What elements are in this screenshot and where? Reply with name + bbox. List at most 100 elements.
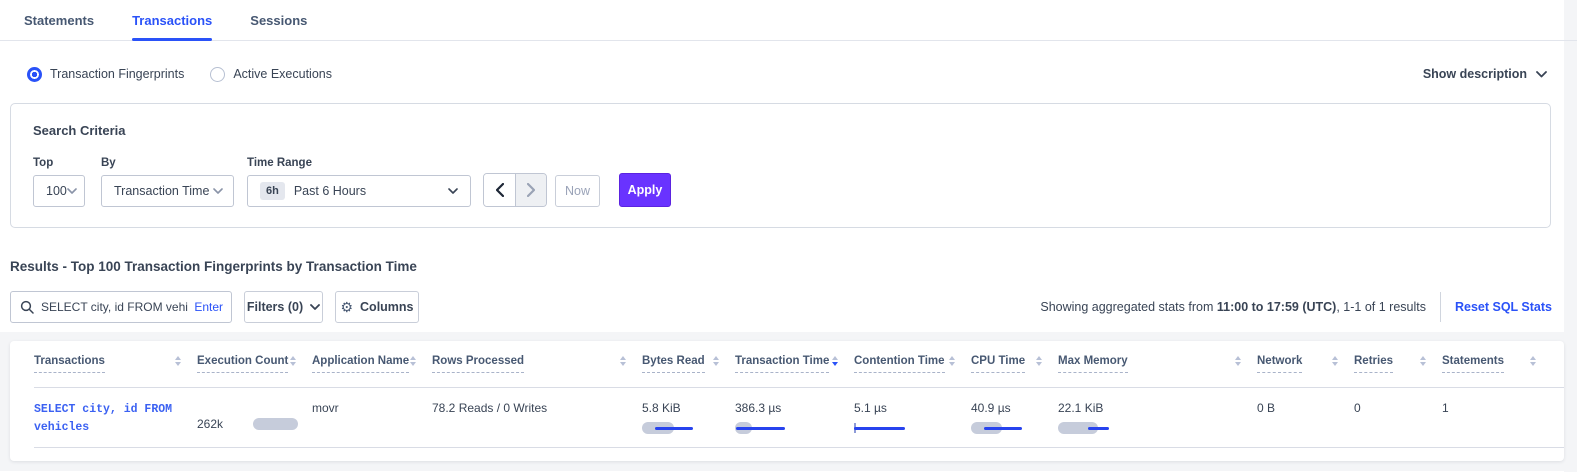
time-range-select[interactable]: 6h Past 6 Hours	[247, 175, 471, 207]
table-row: SELECT city, id FROM vehicles 262k movr …	[34, 388, 1564, 448]
radio-transaction-fingerprints[interactable]	[27, 67, 42, 82]
cell-network: 0 B	[1257, 401, 1354, 447]
cell-bytes-read: 5.8 KiB	[642, 401, 735, 447]
sort-icon[interactable]	[290, 356, 296, 366]
search-enter-hint[interactable]: Enter	[194, 300, 223, 314]
time-range-arrows	[483, 173, 547, 207]
sort-icon[interactable]	[1420, 356, 1426, 366]
by-select-value: Transaction Time	[114, 184, 213, 198]
time-range-prev-button[interactable]	[484, 174, 515, 206]
cell-max-memory: 22.1 KiB	[1058, 401, 1257, 447]
bytes-read-bar	[642, 422, 722, 434]
page-gutter	[1564, 0, 1577, 472]
stats-area: Showing aggregated stats from 11:00 to 1…	[1040, 292, 1552, 322]
tab-transactions[interactable]: Transactions	[132, 0, 212, 40]
by-field: By Transaction Time	[101, 157, 247, 207]
radio-label-active-executions[interactable]: Active Executions	[233, 67, 332, 81]
chevron-down-icon	[1536, 71, 1547, 78]
chevron-down-icon	[310, 304, 320, 310]
cell-rows-processed: 78.2 Reads / 0 Writes	[432, 401, 642, 447]
now-button[interactable]: Now	[555, 175, 600, 207]
column-header-rows-processed[interactable]: Rows Processed	[432, 355, 642, 387]
cell-statements: 1	[1442, 401, 1552, 447]
transaction-fingerprint-link[interactable]: SELECT city, id FROM vehicles	[34, 401, 197, 437]
column-header-bytes-read[interactable]: Bytes Read	[642, 355, 735, 387]
sort-icon[interactable]	[1332, 356, 1338, 366]
max-memory-bar	[1058, 422, 1138, 434]
sort-icon-active-desc[interactable]	[832, 356, 838, 366]
tabs-bar: Statements Transactions Sessions	[0, 0, 1564, 41]
column-header-transaction-time[interactable]: Transaction Time	[735, 355, 854, 387]
radio-label-transaction-fingerprints[interactable]: Transaction Fingerprints	[50, 67, 184, 81]
cell-contention-time: 5.1 µs	[854, 401, 971, 447]
cell-transaction: SELECT city, id FROM vehicles	[34, 401, 197, 447]
content-area: Statements Transactions Sessions Transac…	[0, 0, 1564, 472]
vertical-divider	[1440, 292, 1441, 322]
tab-sessions[interactable]: Sessions	[250, 0, 307, 40]
top-select[interactable]: 100	[33, 175, 85, 207]
time-range-next-button[interactable]	[515, 174, 546, 206]
sort-icon[interactable]	[1530, 356, 1536, 366]
column-header-max-memory[interactable]: Max Memory	[1058, 355, 1257, 387]
column-header-execution-count[interactable]: Execution Count	[197, 355, 312, 387]
cell-retries: 0	[1354, 401, 1442, 447]
top-label: Top	[33, 157, 101, 169]
show-description-label: Show description	[1423, 67, 1527, 81]
by-select[interactable]: Transaction Time	[101, 175, 234, 207]
column-header-network[interactable]: Network	[1257, 355, 1354, 387]
column-header-retries[interactable]: Retries	[1354, 355, 1442, 387]
chevron-down-icon	[67, 188, 77, 194]
sort-icon[interactable]	[1036, 356, 1042, 366]
search-input[interactable]: SELECT city, id FROM vehicles W Enter	[10, 291, 232, 323]
view-toggle-row: Transaction Fingerprints Active Executio…	[0, 57, 1564, 91]
cell-application-name: movr	[312, 401, 432, 447]
radio-active-executions[interactable]	[210, 67, 225, 82]
sort-icon[interactable]	[620, 356, 626, 366]
gear-icon: ⚙	[340, 300, 353, 314]
columns-label: Columns	[360, 300, 413, 314]
column-header-statements[interactable]: Statements	[1442, 355, 1552, 387]
filters-button[interactable]: Filters (0)	[244, 291, 323, 323]
column-header-application-name[interactable]: Application Name	[312, 355, 432, 387]
top-field: Top 100	[33, 157, 101, 207]
chevron-down-icon	[448, 188, 458, 194]
time-range-value: Past 6 Hours	[294, 184, 448, 198]
cell-execution-count: 262k	[197, 401, 312, 447]
by-label: By	[101, 157, 247, 169]
transactions-page: Statements Transactions Sessions Transac…	[0, 0, 1577, 472]
time-range-badge: 6h	[260, 182, 285, 200]
tab-border-extension	[1564, 40, 1577, 41]
transaction-time-bar	[735, 422, 815, 434]
reset-sql-stats-link[interactable]: Reset SQL Stats	[1455, 300, 1552, 314]
cell-transaction-time: 386.3 µs	[735, 401, 854, 447]
table-header-row: Transactions Execution Count Application…	[34, 341, 1564, 388]
search-criteria-controls: Top 100 By Transaction Time	[33, 157, 1550, 207]
search-criteria-title: Search Criteria	[33, 123, 1550, 138]
time-range-label: Time Range	[247, 157, 471, 169]
search-icon	[20, 300, 34, 314]
sort-icon[interactable]	[713, 356, 719, 366]
chevron-down-icon	[213, 188, 223, 194]
results-heading: Results - Top 100 Transaction Fingerprin…	[10, 259, 1564, 274]
show-description-toggle[interactable]: Show description	[1423, 67, 1547, 81]
columns-button[interactable]: ⚙ Columns	[335, 291, 419, 323]
cpu-time-bar	[971, 422, 1051, 434]
time-range-field: Time Range 6h Past 6 Hours	[247, 157, 471, 207]
sort-icon[interactable]	[410, 356, 416, 366]
table-section: Transactions Execution Count Application…	[0, 332, 1564, 471]
apply-button[interactable]: Apply	[619, 173, 671, 207]
transactions-table: Transactions Execution Count Application…	[10, 341, 1564, 461]
execution-count-bar	[253, 418, 298, 430]
tab-statements[interactable]: Statements	[24, 0, 94, 40]
sort-icon[interactable]	[175, 356, 181, 366]
cell-cpu-time: 40.9 µs	[971, 401, 1058, 447]
column-header-cpu-time[interactable]: CPU Time	[971, 355, 1058, 387]
column-header-contention-time[interactable]: Contention Time	[854, 355, 971, 387]
sort-icon[interactable]	[949, 356, 955, 366]
chevron-left-icon	[496, 183, 504, 197]
chevron-right-icon	[527, 183, 535, 197]
filters-label: Filters (0)	[247, 300, 303, 314]
sort-icon[interactable]	[1235, 356, 1241, 366]
aggregated-stats-text: Showing aggregated stats from 11:00 to 1…	[1040, 300, 1426, 314]
column-header-transactions[interactable]: Transactions	[34, 355, 197, 387]
